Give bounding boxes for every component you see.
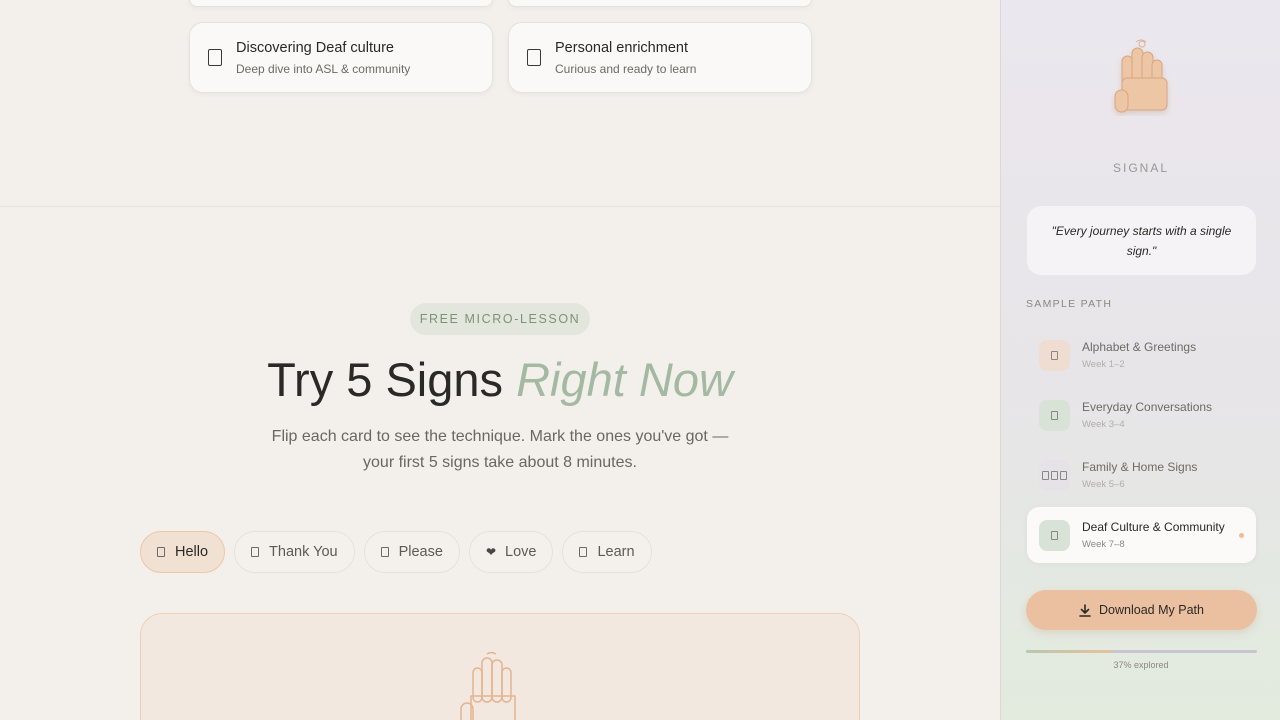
goal-subtitle: Deep dive into ASL & community bbox=[236, 61, 411, 76]
sign-tabs: Hello Thank You Please ❤ Love Learn bbox=[140, 531, 652, 573]
tab-label: Love bbox=[505, 544, 537, 560]
tab-label: Please bbox=[398, 544, 443, 560]
path-title: Alphabet & Greetings bbox=[1082, 340, 1197, 354]
download-icon bbox=[1079, 603, 1091, 617]
goal-card-personal-enrichment[interactable]: Personal enrichment Curious and ready to… bbox=[508, 22, 812, 93]
card-icon bbox=[157, 547, 165, 557]
tab-label: Hello bbox=[175, 544, 209, 560]
path-item-family[interactable]: Family & Home Signs Week 5–6 bbox=[1027, 447, 1256, 503]
headline-plain: Try 5 Signs bbox=[267, 353, 504, 406]
goal-title: Discovering Deaf culture bbox=[236, 39, 394, 56]
card-icon bbox=[1039, 399, 1070, 431]
tab-learn[interactable]: Learn bbox=[562, 531, 652, 573]
tab-love[interactable]: ❤ Love bbox=[468, 531, 554, 573]
quote-text: "Every journey starts with a single sign… bbox=[1051, 223, 1232, 258]
current-indicator-dot bbox=[1239, 533, 1244, 538]
path-item-deaf-culture[interactable]: Deaf Culture & Community Week 7–8 bbox=[1027, 507, 1256, 563]
quote-card: "Every journey starts with a single sign… bbox=[1027, 206, 1256, 275]
tab-label: Thank You bbox=[269, 544, 338, 560]
brand-name: SIGNAL bbox=[1112, 161, 1169, 175]
card-icon bbox=[380, 547, 389, 557]
family-icon bbox=[1039, 459, 1070, 491]
progress-fill bbox=[1026, 650, 1112, 653]
card-icon bbox=[579, 547, 588, 557]
tab-thank-you[interactable]: Thank You bbox=[234, 531, 355, 573]
card-icon bbox=[1039, 519, 1070, 551]
path-title: Everyday Conversations bbox=[1082, 400, 1213, 414]
path-title: Deaf Culture & Community bbox=[1082, 520, 1225, 534]
raised-hand-icon bbox=[1114, 39, 1168, 113]
progress-text: 37% explored bbox=[1113, 660, 1169, 670]
raised-hand-icon bbox=[460, 651, 516, 720]
goal-text: Personal enrichment Curious and ready to… bbox=[555, 40, 696, 76]
tab-label: Learn bbox=[597, 544, 635, 560]
main-content: Discovering Deaf culture Deep dive into … bbox=[0, 0, 1000, 720]
path-item-alphabet[interactable]: Alphabet & Greetings Week 1–2 bbox=[1027, 327, 1256, 383]
checkbox-icon[interactable] bbox=[527, 49, 541, 66]
path-item-everyday[interactable]: Everyday Conversations Week 3–4 bbox=[1027, 387, 1256, 443]
page-title: Try 5 Signs Right Now bbox=[0, 352, 1000, 407]
goal-card-deaf-culture[interactable]: Discovering Deaf culture Deep dive into … bbox=[189, 22, 493, 93]
tab-please[interactable]: Please bbox=[363, 531, 460, 573]
heart-icon: ❤ bbox=[485, 545, 496, 559]
headline-accent: Right Now bbox=[516, 353, 733, 406]
path-week: Week 3–4 bbox=[1082, 419, 1125, 430]
tab-hello[interactable]: Hello bbox=[140, 531, 226, 573]
goal-card[interactable] bbox=[189, 0, 493, 7]
lesson-description: Flip each card to see the technique. Mar… bbox=[271, 428, 729, 471]
goal-title: Personal enrichment bbox=[555, 39, 688, 56]
section-label: SAMPLE PATH bbox=[1026, 298, 1113, 310]
path-week: Week 7–8 bbox=[1082, 539, 1125, 550]
path-week: Week 5–6 bbox=[1082, 479, 1125, 490]
checkbox-icon[interactable] bbox=[208, 49, 222, 66]
download-label: Download My Path bbox=[1099, 603, 1204, 617]
download-path-button[interactable]: Download My Path bbox=[1026, 590, 1257, 630]
sample-path-list: Alphabet & Greetings Week 1–2 Everyday C… bbox=[1027, 327, 1256, 563]
path-text: Deaf Culture & Community Week 7–8 bbox=[1082, 520, 1225, 550]
card-icon bbox=[251, 547, 260, 557]
goal-card[interactable] bbox=[508, 0, 812, 7]
path-week: Week 1–2 bbox=[1082, 359, 1125, 370]
sidebar: SIGNAL "Every journey starts with a sing… bbox=[1000, 0, 1280, 720]
goal-subtitle: Curious and ready to learn bbox=[555, 61, 697, 76]
path-text: Family & Home Signs Week 5–6 bbox=[1082, 460, 1197, 490]
flip-card[interactable] bbox=[140, 613, 860, 720]
path-text: Everyday Conversations Week 3–4 bbox=[1082, 400, 1212, 430]
goal-row: Discovering Deaf culture Deep dive into … bbox=[189, 22, 812, 93]
goal-text: Discovering Deaf culture Deep dive into … bbox=[236, 40, 410, 76]
path-title: Family & Home Signs bbox=[1082, 460, 1198, 474]
goal-row-top bbox=[189, 0, 812, 7]
path-text: Alphabet & Greetings Week 1–2 bbox=[1082, 340, 1196, 370]
lesson-badge: FREE MICRO-LESSON bbox=[410, 303, 590, 335]
section-divider bbox=[0, 206, 1000, 207]
card-icon bbox=[1039, 339, 1070, 371]
progress-bar bbox=[1026, 650, 1257, 653]
